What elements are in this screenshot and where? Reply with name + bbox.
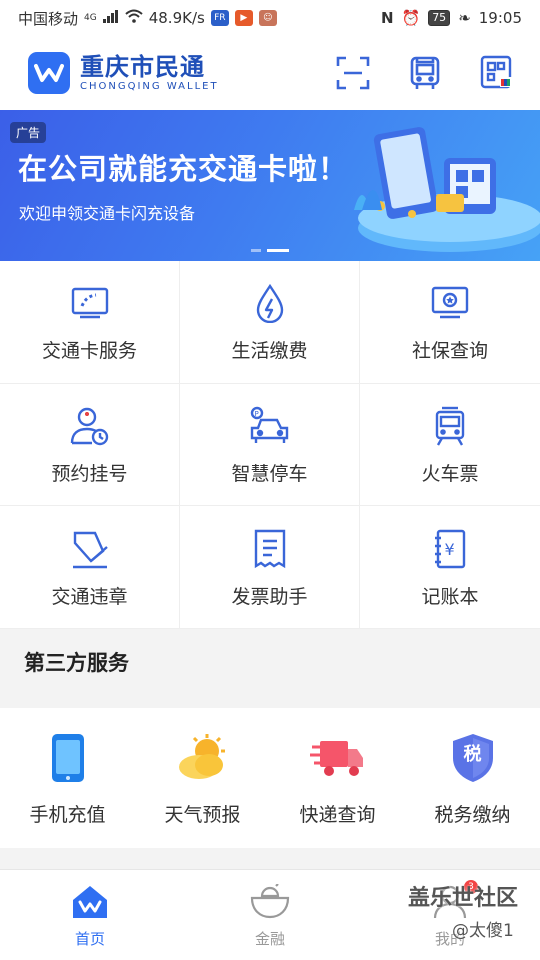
- third-party-tax-payment[interactable]: 税 税务缴纳: [405, 708, 540, 848]
- transit-card-icon: [67, 280, 113, 326]
- promo-banner[interactable]: 广告 在公司就能充交通卡啦！ 欢迎申领交通卡闪充设备: [0, 110, 540, 261]
- service-transit-card[interactable]: 交通卡服务: [0, 261, 180, 384]
- third-party-label: 税务缴纳: [434, 803, 511, 826]
- avatar-notification-icon: ☺: [258, 10, 277, 26]
- service-label: 发票助手: [231, 585, 308, 608]
- alarm-icon: ⏰: [401, 9, 421, 27]
- svg-text:P: P: [254, 410, 258, 418]
- leaf-icon: ❧: [458, 9, 471, 27]
- delivery-truck-icon: [309, 730, 366, 786]
- service-invoice[interactable]: 发票助手: [180, 506, 360, 629]
- nfc-icon: N: [380, 9, 394, 27]
- signal-icon: [102, 9, 119, 27]
- ledger-icon: ¥: [427, 526, 473, 572]
- third-party-label: 天气预报: [164, 803, 241, 826]
- third-party-label: 快递查询: [299, 803, 376, 826]
- service-label: 火车票: [421, 462, 479, 485]
- nav-label: 首页: [74, 929, 105, 948]
- traffic-violation-icon: [67, 526, 113, 572]
- service-label: 预约挂号: [51, 462, 128, 485]
- service-social-security[interactable]: 社保查询: [360, 261, 540, 384]
- third-party-label: 手机充值: [29, 803, 106, 826]
- service-label: 社保查询: [411, 340, 488, 363]
- network-type: 4G: [84, 13, 97, 23]
- video-notification-icon: ▶: [234, 10, 253, 26]
- ad-tag: 广告: [10, 122, 47, 143]
- wifi-icon: [125, 9, 143, 27]
- parking-car-icon: P: [247, 403, 293, 449]
- tax-glyph: 税: [463, 743, 482, 765]
- network-speed: 48.9K/s: [148, 9, 205, 27]
- watermark-user: @太傻1: [452, 921, 514, 941]
- banner-illustration: [354, 127, 540, 252]
- nav-label: 金融: [254, 929, 285, 948]
- unionpay-qr-icon[interactable]: [478, 54, 516, 92]
- service-label: 交通违章: [51, 585, 128, 608]
- status-bar: 中国移动 4G 48.9K/s FR ▶ ☺ N ⏰ 75 ❧ 19:05: [0, 0, 540, 36]
- service-grid: 交通卡服务 生活缴费 社保查询 预约挂号 P 智慧停车 火车票 交通违章 发票助…: [0, 261, 540, 629]
- nav-home[interactable]: 首页: [0, 870, 180, 960]
- home-icon: [70, 882, 110, 922]
- tax-shield-icon: 税: [445, 730, 501, 786]
- app-header: 重庆市民通 CHONGQING WALLET: [0, 36, 540, 110]
- nav-finance[interactable]: 金融: [180, 870, 360, 960]
- service-label: 交通卡服务: [41, 340, 137, 363]
- svg-text:¥: ¥: [445, 540, 455, 559]
- app-logo-icon: [28, 52, 70, 94]
- service-traffic-violation[interactable]: 交通违章: [0, 506, 180, 629]
- service-label: 记账本: [421, 585, 479, 608]
- app-notification-icon: FR: [210, 10, 229, 26]
- invoice-icon: [247, 526, 293, 572]
- banner-pager: [0, 249, 540, 252]
- train-icon: [427, 403, 473, 449]
- third-party-weather[interactable]: 天气预报: [135, 708, 270, 848]
- doctor-appointment-icon: [67, 403, 113, 449]
- service-label: 生活缴费: [231, 340, 308, 363]
- banner-title: 在公司就能充交通卡啦！: [18, 152, 349, 186]
- scan-icon[interactable]: [334, 54, 372, 92]
- pager-dot: [251, 249, 261, 252]
- service-utility-payment[interactable]: 生活缴费: [180, 261, 360, 384]
- pager-dot-active: [267, 249, 289, 252]
- finance-ingot-icon: [250, 882, 290, 922]
- third-party-express-query[interactable]: 快递查询: [270, 708, 405, 848]
- app-name: 重庆市民通: [80, 53, 205, 81]
- clock-time: 19:05: [478, 9, 522, 27]
- third-party-services: 手机充值 天气预报 快递查询 税 税务缴纳: [0, 708, 540, 848]
- banner-subtitle: 欢迎申领交通卡闪充设备: [19, 204, 196, 223]
- service-train-ticket[interactable]: 火车票: [360, 384, 540, 507]
- watermark-title: 盖乐世社区: [408, 886, 519, 911]
- social-security-icon: [427, 280, 473, 326]
- weather-icon: [175, 730, 231, 786]
- third-party-title: 第三方服务: [24, 651, 129, 675]
- service-smart-parking[interactable]: P 智慧停车: [180, 383, 360, 507]
- battery-indicator: 75: [428, 10, 451, 26]
- phone-recharge-icon: [40, 730, 96, 786]
- service-ledger[interactable]: ¥ 记账本: [360, 506, 540, 629]
- service-hospital-appointment[interactable]: 预约挂号: [0, 383, 180, 507]
- water-drop-bolt-icon: [247, 280, 293, 326]
- carrier-text: 中国移动: [18, 9, 79, 28]
- service-label: 智慧停车: [231, 462, 308, 485]
- third-party-phone-recharge[interactable]: 手机充值: [0, 708, 135, 848]
- app-name-en: CHONGQING WALLET: [80, 81, 219, 92]
- bus-icon[interactable]: [406, 54, 444, 92]
